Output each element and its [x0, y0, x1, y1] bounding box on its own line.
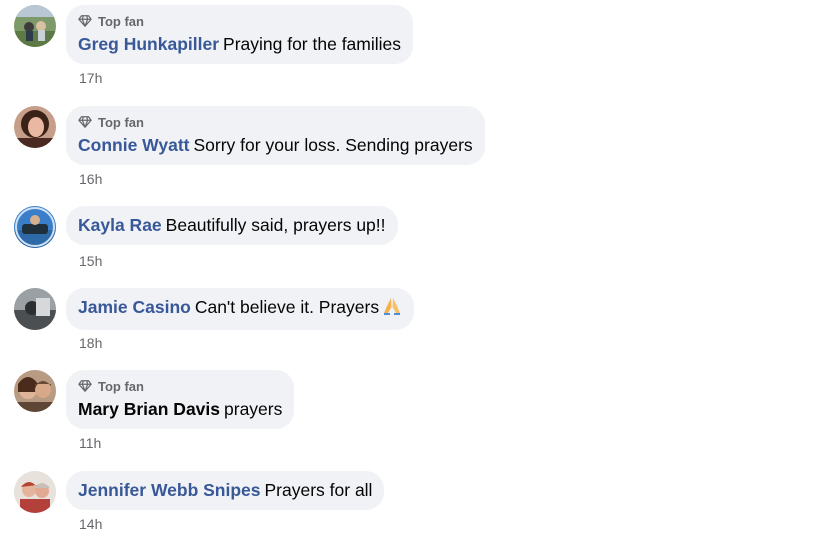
- comment-text: Can't believe it. Prayers: [194, 297, 380, 317]
- comment-author[interactable]: Kayla Rae: [78, 215, 162, 235]
- comment-author[interactable]: Jamie Casino: [78, 297, 191, 317]
- avatar[interactable]: [14, 5, 56, 47]
- comment-author[interactable]: Connie Wyatt: [78, 135, 190, 155]
- comment-text: Prayers for all: [264, 480, 373, 500]
- comment-timestamp[interactable]: 16h: [79, 171, 102, 187]
- top-fan-label: Top fan: [98, 378, 144, 394]
- avatar[interactable]: [14, 370, 56, 412]
- avatar[interactable]: [14, 206, 56, 248]
- top-fan-label: Top fan: [98, 114, 144, 130]
- top-fan-label: Top fan: [98, 13, 144, 29]
- comment-bubble: Top fan Greg Hunkapiller Praying for the …: [66, 5, 414, 64]
- comment-bubble: Jennifer Webb Snipes Prayers for all: [66, 471, 385, 510]
- avatar[interactable]: [14, 471, 56, 513]
- folded-hands-emoji: [382, 296, 402, 321]
- comment-timestamp[interactable]: 17h: [79, 70, 102, 86]
- avatar[interactable]: [14, 106, 56, 148]
- comment-text: Praying for the families: [223, 34, 402, 54]
- comment-timestamp[interactable]: 15h: [79, 253, 102, 269]
- comment-timestamp[interactable]: 11h: [79, 435, 101, 451]
- comment-bubble: Kayla Rae Beautifully said, prayers up!!: [66, 206, 398, 245]
- comment-bubble: Top fan Mary Brian Davis prayers: [66, 370, 295, 429]
- comment-author[interactable]: Greg Hunkapiller: [78, 34, 219, 54]
- comment-author[interactable]: Mary Brian Davis: [78, 399, 220, 419]
- comment-text: Sorry for your loss. Sending prayers: [193, 135, 473, 155]
- comment-text: prayers: [224, 399, 283, 419]
- comment-timestamp[interactable]: 18h: [79, 335, 102, 351]
- top-fan-badge[interactable]: Top fan: [78, 378, 282, 394]
- comment-bubble: Top fan Connie Wyatt Sorry for your loss.…: [66, 106, 485, 165]
- comment-text: Beautifully said, prayers up!!: [165, 215, 386, 235]
- comment-timestamp[interactable]: 14h: [79, 516, 102, 532]
- top-fan-badge[interactable]: Top fan: [78, 114, 473, 130]
- comment-author[interactable]: Jennifer Webb Snipes: [78, 480, 261, 500]
- avatar[interactable]: [14, 288, 56, 330]
- diamond-icon: [78, 15, 92, 27]
- top-fan-badge[interactable]: Top fan: [78, 13, 401, 29]
- diamond-icon: [78, 116, 92, 128]
- comment-bubble: Jamie Casino Can't believe it. Prayers: [66, 288, 415, 330]
- diamond-icon: [78, 380, 92, 392]
